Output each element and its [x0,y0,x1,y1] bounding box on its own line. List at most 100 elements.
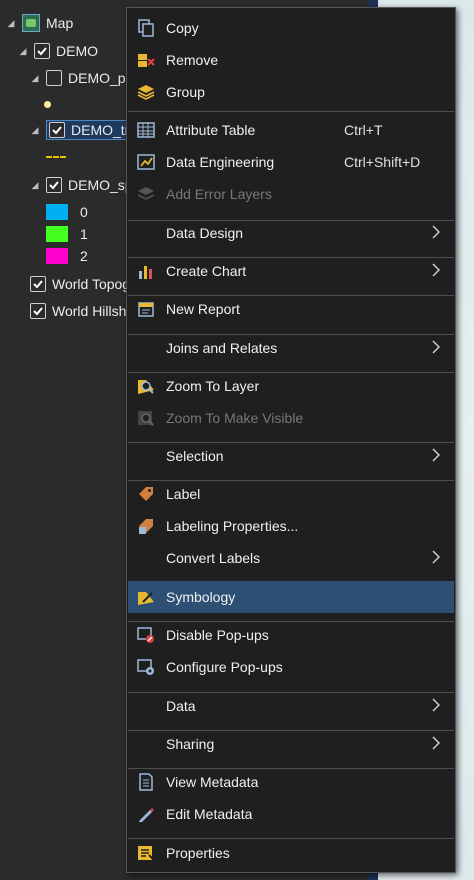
menu-item-data-engineering[interactable]: Data Engineering Ctrl+Shift+D [128,146,454,178]
toc-layer-spr-row[interactable]: ◢ DEMO_spr [30,174,137,196]
chevron-right-icon [432,736,440,750]
map-icon [22,14,40,32]
menu-item-remove[interactable]: Remove [128,44,454,76]
menu-item-view-metadata[interactable]: View Metadata [128,766,454,798]
menu-item-attribute-table[interactable]: Attribute Table Ctrl+T [128,114,454,146]
menu-item-convert-labels[interactable]: Convert Labels [128,542,454,574]
color-swatch [46,248,68,264]
legend-value: 2 [80,248,88,264]
chevron-right-icon [432,550,440,564]
metadata-icon [139,773,153,791]
menu-item-copy[interactable]: Copy [128,12,454,44]
collapse-icon[interactable]: ◢ [6,18,16,28]
menu-item-data-design[interactable]: Data Design [128,217,454,249]
menu-item-zoom-to-layer[interactable]: Zoom To Layer [128,370,454,402]
zoom-visible-icon [138,411,154,426]
toc-demo-group-row[interactable]: ◢ DEMO [18,40,98,62]
menu-label: View Metadata [166,774,259,790]
legend-class-1: 1 [46,223,88,245]
map-label: Map [46,15,74,31]
menu-label: Data [166,698,196,714]
menu-label: Sharing [166,736,215,752]
group-layers-icon [137,85,155,100]
menu-label: Joins and Relates [166,340,278,356]
data-engineering-icon [137,154,155,170]
menu-label: Create Chart [166,263,247,279]
symbology-icon [138,592,154,605]
checkbox-checked-icon[interactable] [30,303,46,319]
toc-world-topo-row[interactable]: World Topog [30,273,130,295]
line-symbol-row [46,146,66,168]
menu-label: Zoom To Layer [166,378,260,394]
zoom-to-layer-icon [138,380,154,394]
point-symbol-icon [44,100,51,108]
menu-label: Data Design [166,225,244,241]
menu-label: Attribute Table [166,122,256,138]
menu-label: Label [166,486,201,502]
legend-class-0: 0 [46,201,88,223]
menu-item-label[interactable]: Label [128,478,454,510]
menu-label: Add Error Layers [166,186,272,202]
collapse-icon[interactable]: ◢ [18,46,28,56]
menu-item-group[interactable]: Group [128,76,454,108]
world-hillshade-label: World Hillsha [52,303,135,319]
shortcut-label: Ctrl+T [344,122,383,138]
checkbox-checked-icon[interactable] [46,177,62,193]
menu-item-sharing[interactable]: Sharing [128,728,454,760]
menu-label: Convert Labels [166,550,261,566]
menu-item-disable-popups[interactable]: Disable Pop-ups [128,619,454,651]
menu-item-labeling-properties[interactable]: Labeling Properties... [128,510,454,542]
legend-value: 1 [80,226,88,242]
menu-item-data[interactable]: Data [128,690,454,722]
properties-icon [138,846,155,861]
menu-label: Symbology [166,589,236,605]
chevron-right-icon [432,448,440,462]
menu-item-symbology[interactable]: Symbology [128,581,454,613]
menu-item-selection[interactable]: Selection [128,440,454,472]
menu-item-joins-relates[interactable]: Joins and Relates [128,332,454,364]
legend-value: 0 [80,204,88,220]
world-topo-label: World Topog [52,276,131,292]
shortcut-label: Ctrl+Shift+D [344,154,421,170]
menu-item-properties[interactable]: Properties [128,837,454,869]
chevron-right-icon [432,698,440,712]
configure-popup-icon [137,659,154,675]
menu-label: Selection [166,448,224,464]
layer-context-menu: Copy Remove Group Attribute Table Ctrl+T [126,7,456,873]
copy-icon [138,19,154,37]
checkbox-unchecked-icon[interactable] [46,70,62,86]
remove-layer-icon [138,54,155,67]
legend-class-2: 2 [46,245,88,267]
toc-map-row[interactable]: ◢ Map [6,12,73,34]
table-icon [137,122,155,138]
labeling-properties-icon [139,519,153,534]
menu-label: Data Engineering [166,154,275,170]
menu-label: Group [166,84,205,100]
menu-item-add-error-layers[interactable]: Add Error Layers [128,178,454,210]
menu-item-new-report[interactable]: New Report [128,293,454,325]
color-swatch [46,204,68,220]
checkbox-checked-icon[interactable] [30,276,46,292]
chevron-right-icon [432,340,440,354]
menu-item-configure-popups[interactable]: Configure Pop-ups [128,651,454,683]
color-swatch [46,226,68,242]
menu-item-zoom-visible[interactable]: Zoom To Make Visible [128,402,454,434]
bar-chart-icon [139,266,152,279]
collapse-icon[interactable]: ◢ [30,180,40,190]
menu-label: Disable Pop-ups [166,627,269,643]
menu-item-edit-metadata[interactable]: Edit Metadata [128,798,454,830]
toc-world-hillshade-row[interactable]: World Hillsha [30,300,134,322]
menu-label: Edit Metadata [166,806,253,822]
demo-group-label: DEMO [56,43,98,59]
menu-label: Remove [166,52,219,68]
checkbox-checked-icon[interactable] [49,122,65,138]
checkbox-checked-icon[interactable] [34,43,50,59]
label-tag-icon [139,487,153,501]
layer-points-label: DEMO_po [68,70,134,86]
collapse-icon[interactable]: ◢ [30,125,40,135]
collapse-icon[interactable]: ◢ [30,73,40,83]
menu-label: Configure Pop-ups [166,659,283,675]
menu-separator [128,111,454,112]
toc-layer-points-row[interactable]: ◢ DEMO_po [30,67,133,89]
menu-item-create-chart[interactable]: Create Chart [128,255,454,287]
